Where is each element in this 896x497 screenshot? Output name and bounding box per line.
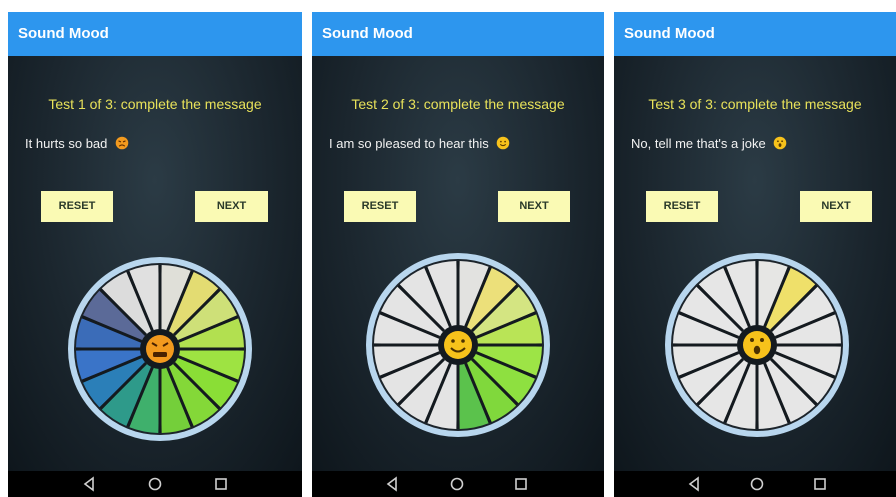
app-title: Sound Mood (322, 25, 413, 42)
next-button[interactable]: NEXT (195, 191, 268, 222)
message-text: No, tell me that's a joke (631, 136, 787, 151)
astonished-face-icon (743, 331, 771, 359)
message-label: I am so pleased to hear this (329, 136, 489, 151)
app-title: Sound Mood (18, 25, 109, 42)
reset-button[interactable]: RESET (41, 191, 113, 222)
recents-square-icon[interactable] (212, 475, 230, 493)
main-content: Test 2 of 3: complete the message I am s… (312, 56, 604, 471)
app-bar: Sound Mood (8, 12, 302, 56)
message-label: It hurts so bad (25, 136, 108, 151)
emoji-eye (760, 338, 764, 342)
message-text: I am so pleased to hear this (329, 136, 510, 151)
app-bar: Sound Mood (614, 12, 896, 56)
message-text: It hurts so bad (25, 136, 129, 151)
nav-bar (614, 471, 896, 497)
reset-button[interactable]: RESET (646, 191, 718, 222)
test-title: Test 2 of 3: complete the message (351, 96, 565, 112)
next-button[interactable]: NEXT (800, 191, 872, 222)
recents-square-icon[interactable] (512, 475, 530, 493)
nav-bar (8, 471, 302, 497)
main-content: Test 1 of 3: complete the message It hur… (8, 56, 302, 471)
test-title: Test 3 of 3: complete the message (648, 96, 862, 112)
astonished-face-icon (774, 136, 787, 150)
back-triangle-icon[interactable] (81, 475, 99, 493)
angry-face-icon (115, 136, 129, 150)
emoji-face (146, 335, 174, 363)
smiling-face-icon (444, 331, 472, 359)
home-circle-icon[interactable] (146, 475, 164, 493)
mood-wheel[interactable] (655, 250, 859, 440)
nav-bar (312, 471, 604, 497)
home-circle-icon[interactable] (748, 475, 766, 493)
emoji-eye (451, 339, 455, 343)
reset-button[interactable]: RESET (344, 191, 416, 222)
test-title: Test 1 of 3: complete the message (48, 96, 262, 112)
next-button[interactable]: NEXT (498, 191, 570, 222)
emoji-mouth (753, 345, 761, 355)
back-triangle-icon[interactable] (384, 475, 402, 493)
back-triangle-icon[interactable] (686, 475, 704, 493)
mood-wheel[interactable] (58, 254, 262, 444)
recents-square-icon[interactable] (811, 475, 829, 493)
phone-screen-2: Sound Mood Test 2 of 3: complete the mes… (312, 12, 604, 497)
mood-wheel[interactable] (356, 250, 560, 440)
smiling-face-icon (497, 136, 510, 150)
angry-face-icon (146, 335, 174, 363)
emoji-eye (750, 338, 754, 342)
emoji-face (743, 331, 771, 359)
phone-screen-3: Sound Mood Test 3 of 3: complete the mes… (614, 12, 896, 497)
app-title: Sound Mood (624, 25, 715, 42)
message-label: No, tell me that's a joke (631, 136, 766, 151)
app-bar: Sound Mood (312, 12, 604, 56)
emoji-eye (461, 339, 465, 343)
phone-screen-1: Sound Mood Test 1 of 3: complete the mes… (8, 12, 302, 497)
main-content: Test 3 of 3: complete the message No, te… (614, 56, 896, 471)
home-circle-icon[interactable] (448, 475, 466, 493)
emoji-mouth (153, 352, 167, 357)
emoji-face (444, 331, 472, 359)
